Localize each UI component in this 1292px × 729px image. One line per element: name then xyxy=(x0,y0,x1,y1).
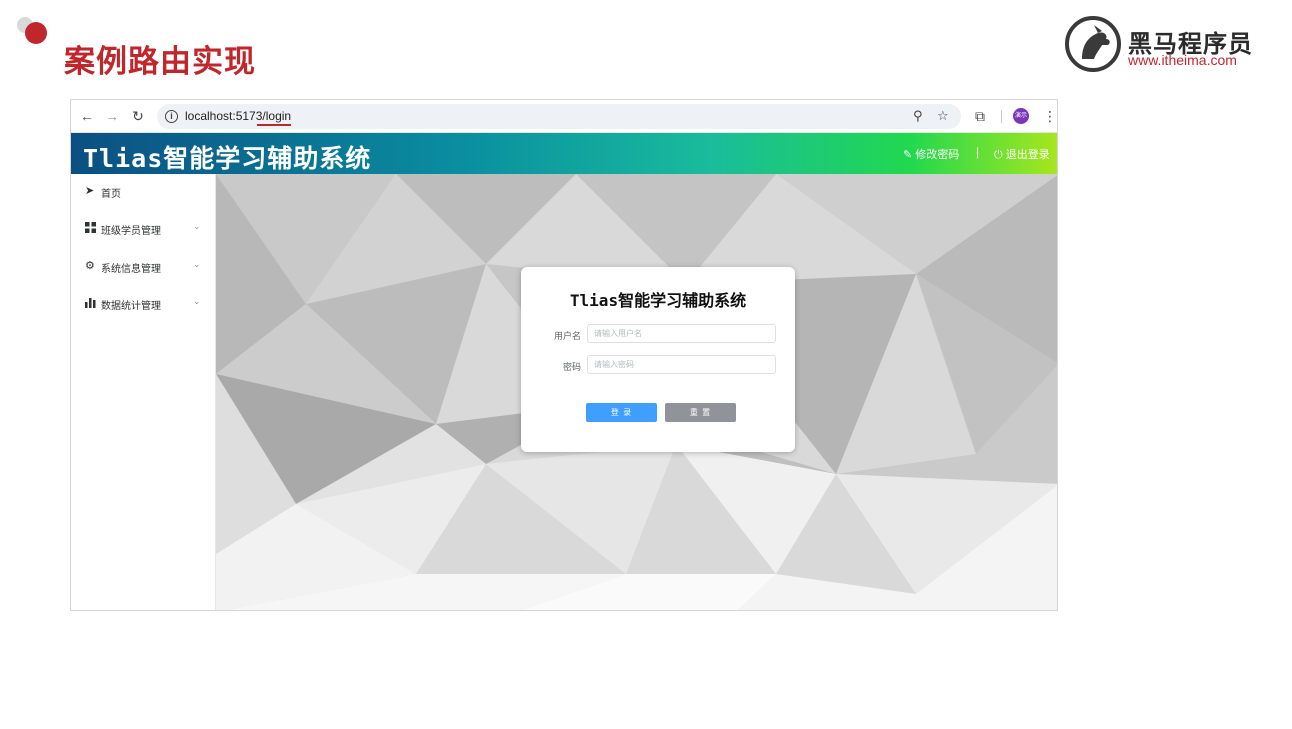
browser-window: ← → ↻ i localhost:5173/login ⚲ ☆ ⧉ 演示 ⋮ … xyxy=(70,99,1058,611)
header-separator: | xyxy=(976,145,980,159)
login-button[interactable]: 登 录 xyxy=(586,403,657,422)
login-page-background: Tlias智能学习辅助系统 用户名 密码 登 录 重 置 xyxy=(216,174,1057,610)
browser-toolbar: ← → ↻ i localhost:5173/login ⚲ ☆ ⧉ 演示 ⋮ xyxy=(71,100,1057,133)
more-icon[interactable]: ⋮ xyxy=(1043,108,1057,124)
change-password-link[interactable]: ✎ 修改密码 xyxy=(903,146,959,162)
paper-plane-icon: ➤ xyxy=(85,185,95,197)
url-text[interactable]: localhost:5173/login xyxy=(185,109,291,123)
forward-arrow-icon[interactable]: → xyxy=(104,108,120,124)
extensions-icon[interactable]: ⧉ xyxy=(975,108,985,124)
chevron-down-icon: ⌄ xyxy=(193,296,201,306)
zoom-icon[interactable]: ⚲ xyxy=(913,108,923,124)
username-label: 用户名 xyxy=(553,331,581,341)
password-label: 密码 xyxy=(562,362,581,372)
info-icon[interactable]: i xyxy=(165,110,178,123)
app-title: Tlias智能学习辅助系统 xyxy=(83,144,372,173)
logout-link[interactable]: ⏻ 退出登录 xyxy=(994,146,1050,162)
username-input[interactable] xyxy=(587,324,776,343)
sidebar-item-data-stats[interactable]: 数据统计管理 ⌄ xyxy=(71,286,216,322)
sidebar: ➤ 首页 班级学员管理 ⌄ ⚙ 系统信息管理 ⌄ 数据统计管理 ⌄ xyxy=(71,174,216,610)
login-card: Tlias智能学习辅助系统 用户名 密码 登 录 重 置 xyxy=(521,267,795,452)
sidebar-item-system-info[interactable]: ⚙ 系统信息管理 ⌄ xyxy=(71,249,216,285)
avatar[interactable]: 演示 xyxy=(1013,108,1029,124)
edit-icon: ✎ xyxy=(903,149,916,161)
sidebar-item-label: 系统信息管理 xyxy=(101,264,161,275)
brand-logo-block: 黑马程序员 www.itheima.com xyxy=(1064,14,1264,74)
toolbar-divider xyxy=(1001,110,1002,123)
gear-icon: ⚙ xyxy=(85,260,95,272)
grid-icon xyxy=(85,222,97,234)
app-header: Tlias智能学习辅助系统 ✎ 修改密码 | ⏻ 退出登录 xyxy=(71,133,1057,174)
power-icon: ⏻ xyxy=(994,149,1006,161)
reload-icon[interactable]: ↻ xyxy=(130,108,146,124)
brand-url: www.itheima.com xyxy=(1128,52,1237,68)
sidebar-item-label: 班级学员管理 xyxy=(101,226,161,237)
sidebar-item-class-students[interactable]: 班级学员管理 ⌄ xyxy=(71,211,216,247)
sidebar-item-label: 数据统计管理 xyxy=(101,301,161,312)
url-highlight-underline xyxy=(257,124,291,126)
password-input[interactable] xyxy=(587,355,776,374)
slide-title: 案例路由实现 xyxy=(64,44,256,80)
back-arrow-icon[interactable]: ← xyxy=(79,108,95,124)
sidebar-item-label: 首页 xyxy=(101,189,121,200)
horse-logo-icon xyxy=(1065,16,1121,72)
chevron-down-icon: ⌄ xyxy=(193,259,201,269)
login-title: Tlias智能学习辅助系统 xyxy=(569,291,747,310)
reset-button[interactable]: 重 置 xyxy=(665,403,736,422)
chevron-down-icon: ⌄ xyxy=(193,221,201,231)
slide-bullet-red xyxy=(25,22,47,44)
bar-chart-icon xyxy=(85,297,97,309)
star-icon[interactable]: ☆ xyxy=(937,108,949,124)
sidebar-item-home[interactable]: ➤ 首页 xyxy=(71,174,216,210)
